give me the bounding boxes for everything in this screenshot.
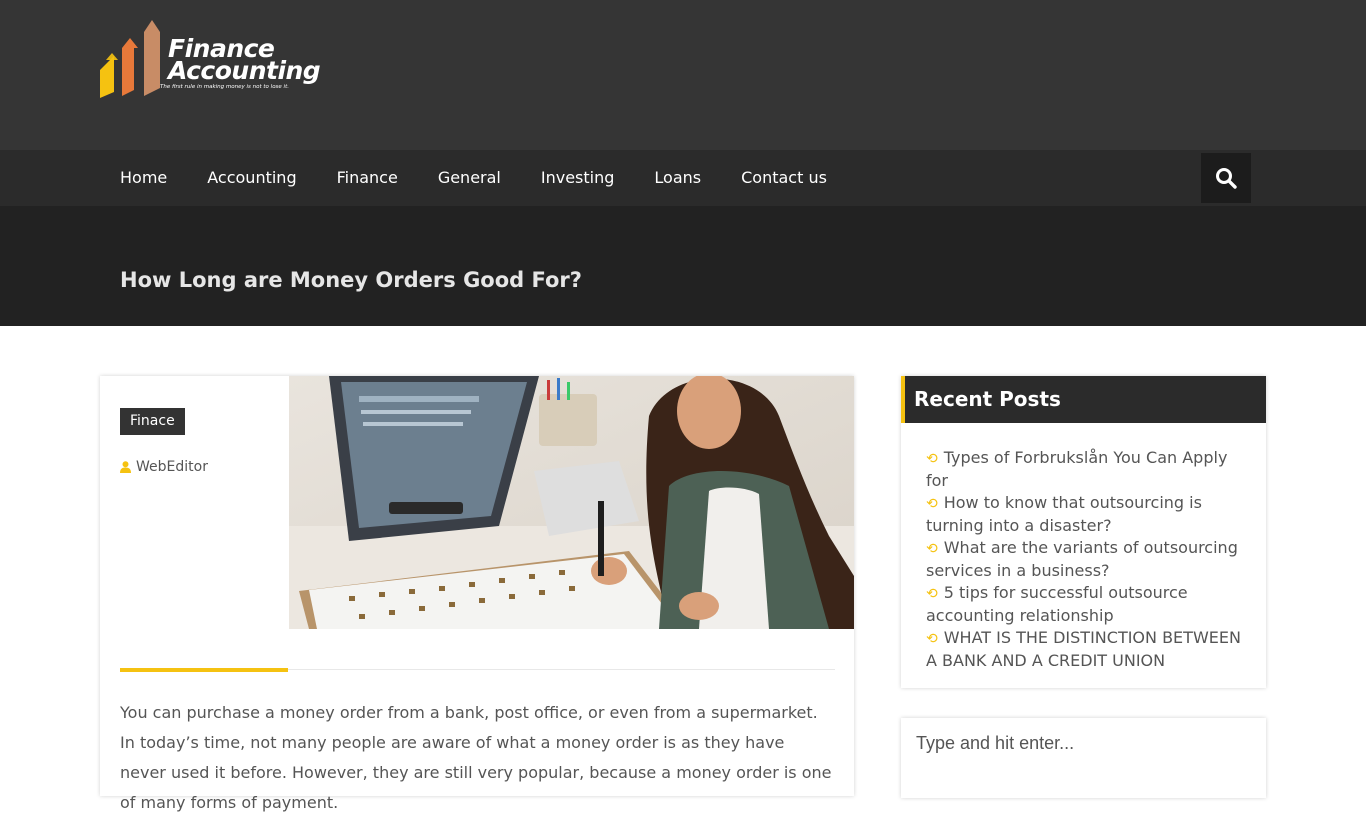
recent-post-link[interactable]: Types of Forbrukslån You Can Apply for [926, 448, 1227, 490]
nav-menu: Home Accounting Finance General Investin… [100, 150, 847, 206]
recent-posts-list: ⟲ Types of Forbrukslån You Can Apply for … [926, 447, 1242, 672]
page-title: How Long are Money Orders Good For? [120, 268, 582, 292]
featured-image-illustration [289, 376, 854, 629]
main-navigation: Home Accounting Finance General Investin… [0, 150, 1366, 206]
logo-text-accounting: Accounting [168, 56, 321, 85]
search-toggle-button[interactable] [1201, 153, 1251, 203]
history-icon: ⟲ [926, 631, 938, 647]
site-header: Finance Accounting The first rule in mak… [0, 0, 1366, 150]
logo-tagline: The first rule in making money is not to… [160, 84, 289, 90]
history-icon: ⟲ [926, 541, 938, 557]
history-icon: ⟲ [926, 496, 938, 512]
recent-posts-widget: Recent Posts ⟲ Types of Forbrukslån You C… [901, 376, 1266, 688]
recent-post-link[interactable]: WHAT IS THE DISTINCTION BETWEEN A BANK A… [926, 628, 1241, 670]
nav-item-accounting[interactable]: Accounting [187, 150, 316, 206]
nav-item-general[interactable]: General [418, 150, 521, 206]
list-item: ⟲ What are the variants of outsourcing se… [926, 537, 1242, 582]
category-badge[interactable]: Finace [120, 408, 185, 435]
recent-post-link[interactable]: What are the variants of outsourcing ser… [926, 538, 1238, 580]
widget-header: Recent Posts [901, 376, 1266, 423]
post-excerpt: You can purchase a money order from a ba… [120, 703, 832, 812]
post-author: WebEditor [120, 459, 208, 475]
nav-item-finance[interactable]: Finance [317, 150, 418, 206]
list-item: ⟲ WHAT IS THE DISTINCTION BETWEEN A BANK … [926, 627, 1242, 672]
post-divider-accent [120, 668, 288, 672]
list-item: ⟲ How to know that outsourcing is turning… [926, 492, 1242, 537]
nav-item-home[interactable]: Home [100, 150, 187, 206]
page-title-banner: How Long are Money Orders Good For? [0, 206, 1366, 326]
recent-post-link[interactable]: How to know that outsourcing is turning … [926, 493, 1202, 535]
history-icon: ⟲ [926, 451, 938, 467]
list-item: ⟲ 5 tips for successful outsource account… [926, 582, 1242, 627]
site-logo[interactable]: Finance Accounting The first rule in mak… [100, 20, 330, 102]
search-icon [1216, 168, 1237, 189]
recent-post-link[interactable]: 5 tips for successful outsource accounti… [926, 583, 1188, 625]
nav-item-investing[interactable]: Investing [521, 150, 635, 206]
featured-image [289, 376, 854, 629]
list-item: ⟲ Types of Forbrukslån You Can Apply for [926, 447, 1242, 492]
user-icon [120, 461, 131, 473]
search-widget [901, 718, 1266, 798]
post-card: Finace WebEditor You can purchase a mone… [100, 376, 854, 812]
history-icon: ⟲ [926, 586, 938, 602]
nav-item-loans[interactable]: Loans [634, 150, 721, 206]
search-input[interactable] [901, 718, 1266, 768]
author-link[interactable]: WebEditor [136, 459, 208, 475]
nav-item-contact-us[interactable]: Contact us [721, 150, 847, 206]
widget-title: Recent Posts [914, 387, 1061, 411]
